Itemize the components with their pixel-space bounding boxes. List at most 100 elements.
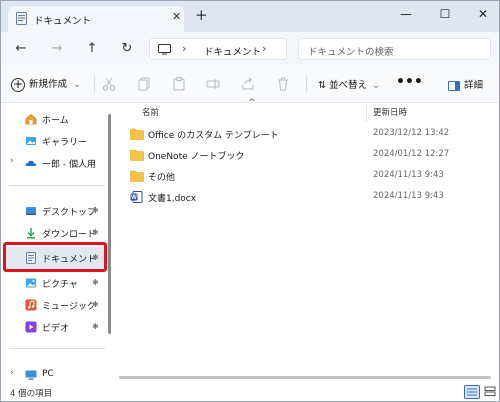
pin-icon: ✱ [92,228,99,237]
rename-icon[interactable] [205,76,221,92]
file-explorer-window: ドキュメント ✕ + — ☐ ✕ ← → ↑ ↻ › ドキュメント › ドキュメ… [0,0,500,402]
column-header-modified[interactable]: 更新日時 [373,106,407,124]
tab-documents[interactable]: ドキュメント ✕ [8,6,184,32]
gallery-icon [26,137,36,145]
file-name: Office のカスタム テンプレート [148,131,279,141]
delete-icon[interactable] [275,76,291,92]
minimize-button[interactable]: — [394,4,418,24]
status-bar: 4 個の項目 [1,384,499,401]
home-icon [25,113,37,125]
sidebar-divider [9,185,105,186]
chevron-down-icon: ⌄ [372,80,380,91]
back-button[interactable]: ← [12,40,30,58]
list-item[interactable]: W 文書1.docx 2024/11/13 9:43 [130,187,490,207]
item-count: 4 個の項目 [10,389,53,399]
videos-icon [25,321,37,333]
sort-button[interactable]: ⇅ 並べ替え ⌄ [318,77,380,91]
sort-icon: ⇅ [318,80,326,91]
sidebar-item-home[interactable]: ホーム [1,108,109,130]
search-placeholder: ドキュメントの検索 [308,47,394,58]
chevron-down-icon: ⌄ [73,79,82,90]
pictures-icon [26,278,36,288]
search-box[interactable]: ドキュメントの検索 [298,38,491,60]
column-divider[interactable] [366,104,367,122]
pin-icon: ✱ [92,322,99,331]
sidebar-item-onedrive[interactable]: › 一郎 - 個人用 [1,152,109,174]
sidebar-item-label: 一郎 - 個人用 [42,160,96,170]
more-options-button[interactable]: ••• [396,74,423,90]
list-item[interactable]: Office のカスタム テンプレート 2023/12/12 13:42 [130,124,490,144]
navigation-pane: ホーム ギャラリー › 一郎 - 個人用 デスクトップ ✱ ダウンロード ✱ ド… [1,104,113,384]
file-name: その他 [148,173,176,183]
breadcrumb-separator[interactable]: › [182,42,186,55]
chevron-right-icon[interactable]: › [10,156,14,166]
sidebar-item-gallery[interactable]: ギャラリー [1,130,109,152]
sort-ascending-icon: ^ [248,98,256,108]
file-name: 文書1.docx [148,194,197,204]
sidebar-item-pictures[interactable]: ピクチャ ✱ [1,272,109,294]
paste-icon[interactable] [171,76,187,92]
download-icon [27,228,35,239]
sidebar-item-label: ピクチャ [42,280,78,290]
new-button[interactable]: + 新規作成 ⌄ [11,76,81,92]
title-bar: ドキュメント ✕ + — ☐ ✕ [1,1,499,32]
details-pane-icon [448,80,460,91]
sidebar-item-pc[interactable]: › PC [1,364,109,386]
sidebar-item-music[interactable]: ミュージック ✱ [1,294,109,316]
sidebar-item-downloads[interactable]: ダウンロード ✱ [1,222,109,244]
this-pc-icon [158,44,171,55]
pc-icon [25,370,37,380]
svg-text:W: W [131,195,137,201]
sidebar-item-desktop[interactable]: デスクトップ ✱ [1,200,109,222]
sort-label: 並べ替え [328,80,367,91]
folder-icon [130,149,144,161]
list-item[interactable]: その他 2024/11/13 9:43 [130,166,490,186]
forward-button[interactable]: → [48,40,66,58]
list-item[interactable]: OneNote ノートブック 2024/01/12 12:27 [130,145,490,165]
sidebar-item-label: ミュージック [42,302,96,312]
word-document-icon: W [130,191,143,203]
navigation-bar: ← → ↑ ↻ › ドキュメント › ドキュメントの検索 [1,32,499,65]
tiles-view-icon [484,386,496,396]
details-pane-button[interactable]: 詳細 [448,77,483,91]
plus-icon: + [11,76,25,92]
folder-icon [130,170,144,182]
breadcrumb-separator-end[interactable]: › [262,42,266,55]
new-label: 新規作成 [29,79,68,90]
file-list: ^ 名前 更新日時 Office のカスタム テンプレート 2023/12/12… [114,98,499,384]
highlight-annotation [3,242,107,272]
details-view-button[interactable] [464,385,480,399]
share-icon[interactable] [240,76,256,92]
cut-icon[interactable] [101,76,117,92]
horizontal-scrollbar[interactable] [119,376,491,379]
file-date: 2024/01/12 12:27 [373,149,450,159]
address-bar[interactable]: › ドキュメント › [149,38,287,60]
sidebar-scrollbar[interactable] [108,114,111,334]
desktop-icon [26,207,36,215]
sidebar-item-label: PC [42,369,54,379]
copy-icon[interactable] [136,76,152,92]
file-name: OneNote ノートブック [148,152,245,162]
up-button[interactable]: ↑ [83,40,101,58]
tab-title: ドキュメント [34,16,92,27]
new-tab-icon[interactable]: + [195,8,208,23]
refresh-button[interactable]: ↻ [118,40,136,58]
close-button[interactable]: ✕ [471,4,495,24]
pin-icon: ✱ [92,206,99,215]
tab-close-icon[interactable]: ✕ [172,10,181,23]
chevron-right-icon[interactable]: › [10,368,14,378]
sidebar-item-label: ギャラリー [42,138,88,148]
tiles-view-button[interactable] [483,385,499,399]
file-date: 2024/11/13 9:43 [373,170,444,180]
sidebar-item-label: デスクトップ [42,208,97,218]
details-label: 詳細 [464,80,484,91]
sidebar-item-label: ダウンロード [42,230,97,240]
maximize-button[interactable]: ☐ [433,4,457,24]
sidebar-item-label: ビデオ [42,324,70,334]
breadcrumb-documents[interactable]: ドキュメント [204,44,261,58]
column-header-name[interactable]: 名前 [142,106,159,124]
sidebar-item-videos[interactable]: ビデオ ✱ [1,316,109,338]
toolbar-divider [306,75,307,93]
onedrive-icon [25,160,37,167]
documents-tab-icon [16,12,27,25]
